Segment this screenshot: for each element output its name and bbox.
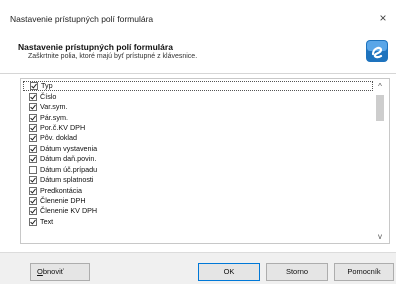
help-button[interactable]: Pomocník: [334, 263, 394, 281]
checklist-item[interactable]: Číslo: [23, 91, 373, 101]
checklist-item-label: Pár.sym.: [40, 112, 68, 122]
checklist-item[interactable]: Dátum splatnosti: [23, 175, 373, 185]
checklist-item-label: Členenie DPH: [40, 196, 86, 206]
checkbox-checked[interactable]: [29, 207, 37, 216]
checkmark-icon: [30, 104, 36, 110]
checklist-item-label: Var.sym.: [40, 102, 68, 112]
checkmark-icon: [30, 198, 36, 204]
checklist-item-label: Por.č.KV DPH: [40, 122, 86, 132]
ok-button[interactable]: OK: [198, 263, 260, 281]
checklist-item[interactable]: Predkontácia: [23, 185, 373, 195]
dialog-header: Nastavenie prístupných polí formulára Za…: [0, 30, 396, 72]
checkmark-icon: [30, 125, 36, 131]
checklist-item-label: Dátum vystavenia: [40, 143, 98, 153]
checkmark-icon: [31, 83, 37, 89]
checklist-item[interactable]: Dátum úč.prípadu: [23, 165, 373, 175]
checkbox-checked[interactable]: [29, 92, 37, 101]
checkbox-unchecked[interactable]: [29, 165, 37, 174]
checkmark-icon: [30, 146, 36, 152]
checkbox-checked[interactable]: [29, 103, 37, 112]
checklist-item-label: Dátum daň.povin.: [40, 154, 97, 164]
checkbox-checked[interactable]: [29, 217, 37, 226]
checkmark-icon: [30, 219, 36, 225]
checkbox-checked[interactable]: [29, 113, 37, 122]
checkmark-icon: [30, 188, 36, 194]
checklist-item[interactable]: Var.sym.: [23, 102, 373, 112]
checkmark-icon: [30, 209, 36, 215]
checklist-item-label: Pôv. doklad: [40, 133, 78, 143]
checkmark-icon: [30, 177, 36, 183]
checklist-item-label: Text: [40, 216, 54, 226]
checklist-item-label: Typ: [41, 81, 53, 91]
checkbox-checked[interactable]: [30, 82, 38, 91]
checklist-item[interactable]: Pôv. doklad: [23, 133, 373, 143]
checklist-item-label: Číslo: [40, 91, 57, 101]
checklist-item-label: Dátum splatnosti: [40, 175, 94, 185]
checklist-item-label: Dátum úč.prípadu: [40, 164, 98, 174]
checklist-item[interactable]: Typ: [23, 81, 373, 92]
checklist-item[interactable]: Dátum daň.povin.: [23, 154, 373, 164]
checkmark-icon: [30, 115, 36, 121]
header-subtitle: Zaškrtnite polia, ktoré majú byť prístup…: [28, 53, 198, 60]
checkbox-checked[interactable]: [29, 155, 37, 164]
close-icon[interactable]: ×: [376, 11, 390, 25]
checklist-item-label: Členenie KV DPH: [40, 206, 98, 216]
checklist-item[interactable]: Dátum vystavenia: [23, 144, 373, 154]
checklist-item-label: Predkontácia: [40, 185, 82, 195]
vertical-scrollbar[interactable]: ^ v: [373, 81, 387, 243]
cancel-button[interactable]: Storno: [266, 263, 328, 281]
checkbox-checked[interactable]: [29, 186, 37, 195]
header-title: Nastavenie prístupných polí formulára: [18, 42, 173, 52]
refresh-label: bnoviť: [42, 267, 64, 276]
title-bar: Nastavenie prístupných polí formulára ×: [0, 0, 396, 30]
window-title: Nastavenie prístupných polí formulára: [10, 14, 154, 24]
checkbox-checked[interactable]: [29, 123, 37, 132]
checkmark-icon: [30, 135, 36, 142]
scroll-down-arrow-icon[interactable]: v: [373, 231, 387, 243]
checkbox-checked[interactable]: [29, 144, 37, 153]
button-bar: Obnoviť OK Storno Pomocník: [0, 252, 396, 284]
checklist-item[interactable]: Pár.sym.: [23, 112, 373, 122]
checklist-item[interactable]: Členenie KV DPH: [23, 206, 373, 216]
app-logo-icon: [366, 40, 388, 62]
scroll-thumb[interactable]: [376, 95, 384, 121]
checklist-item[interactable]: Text: [23, 217, 373, 227]
fields-checklist[interactable]: Typ Číslo Var.sym. Pár.sym. Por.č.KV DPH Pôv.…: [20, 78, 390, 244]
checkmark-icon: [30, 94, 36, 100]
checklist-item[interactable]: Členenie DPH: [23, 196, 373, 206]
header-separator: [0, 73, 396, 74]
refresh-button[interactable]: Obnoviť: [30, 263, 90, 281]
scroll-up-arrow-icon[interactable]: ^: [373, 81, 387, 93]
checkmark-icon: [30, 156, 36, 162]
checklist-items: Typ Číslo Var.sym. Pár.sym. Por.č.KV DPH Pôv.…: [23, 81, 373, 243]
checkbox-checked[interactable]: [29, 176, 37, 185]
checkbox-checked[interactable]: [29, 197, 37, 206]
checkbox-checked[interactable]: [29, 134, 37, 143]
checklist-item[interactable]: Por.č.KV DPH: [23, 123, 373, 133]
